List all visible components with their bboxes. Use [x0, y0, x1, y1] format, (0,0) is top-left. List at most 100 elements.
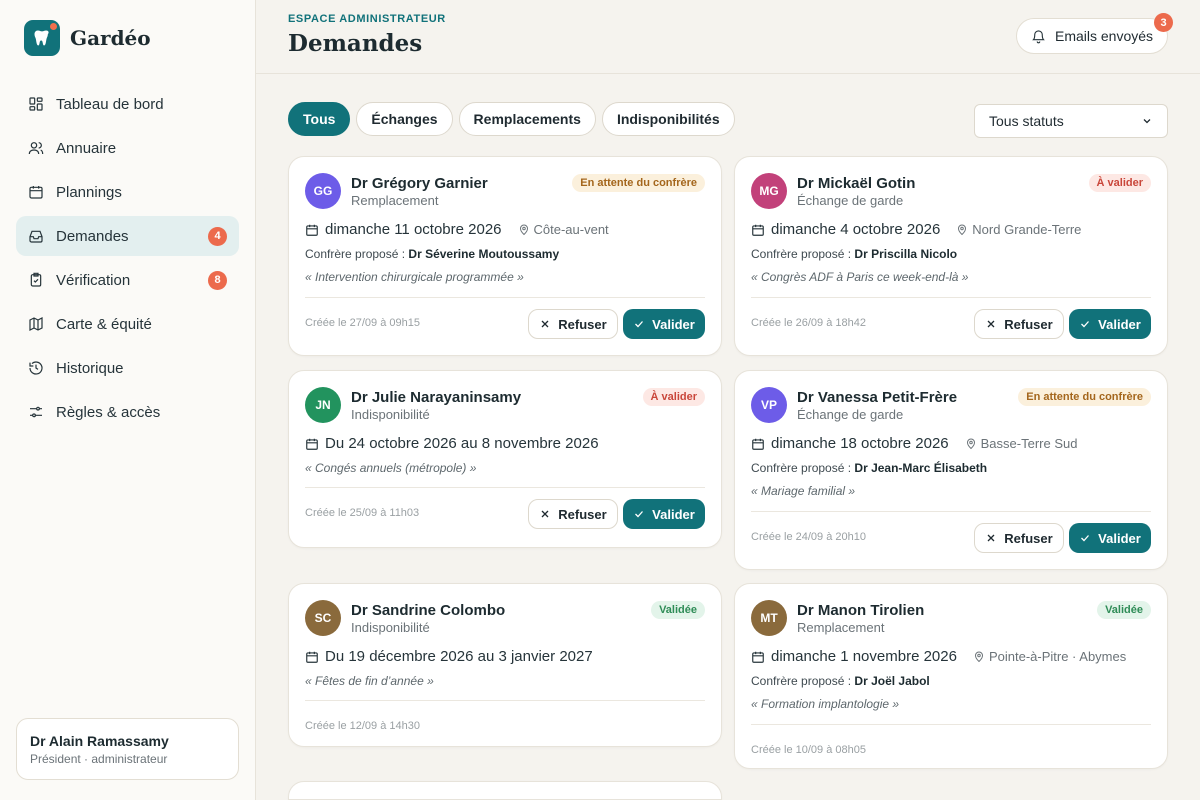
location-pin-icon: [958, 224, 967, 235]
request-date: Du 19 décembre 2026 au 3 janvier 2027: [325, 648, 593, 665]
avatar-initials: SC: [314, 611, 332, 625]
user-profile-card[interactable]: Dr Alain Ramassamy Président · administr…: [16, 718, 239, 780]
request-type: Indisponibilité: [351, 620, 430, 635]
request-note: « Fêtes de fin d’année »: [305, 674, 434, 688]
request-date: dimanche 1 novembre 2026: [771, 648, 957, 665]
filter-tab-echanges[interactable]: Échanges: [356, 102, 453, 136]
history-icon: [29, 361, 43, 375]
clipboard-check-icon: [30, 272, 42, 287]
refuse-button[interactable]: Refuser: [528, 309, 618, 339]
sidebar-item-regles[interactable]: Règles & accès: [16, 392, 239, 432]
sidebar-nav: Tableau de bord Annuaire Plannings Deman…: [16, 84, 239, 436]
status-badge: En attente du confrère: [572, 174, 705, 192]
refuse-label: Refuser: [558, 506, 607, 522]
proposed-name: Dr Priscilla Nicolo: [854, 247, 958, 261]
refuse-label: Refuser: [1004, 530, 1053, 546]
sidebar-item-verification[interactable]: Vérification 8: [16, 260, 239, 300]
calendar-icon: [29, 186, 43, 199]
validate-label: Valider: [652, 506, 695, 522]
tooth-logo-icon: [24, 20, 60, 56]
proposed-label: Confrère proposé :: [305, 247, 406, 261]
status-badge: À valider: [642, 388, 705, 406]
proposed-colleague: Confrère proposé : Dr Priscilla Nicolo: [751, 247, 957, 261]
divider: [751, 297, 1151, 298]
location: Côte-au-vent: [518, 222, 609, 237]
avatar: SC: [305, 600, 341, 636]
close-icon: [541, 510, 549, 518]
request-card: MT Dr Manon Tirolien Remplacement Validée di…: [734, 583, 1168, 769]
sidebar-item-label: Demandes: [56, 227, 129, 245]
request-note: « Mariage familial »: [751, 484, 856, 498]
refuse-button[interactable]: Refuser: [528, 499, 618, 529]
sidebar-item-carte[interactable]: Carte & équité: [16, 304, 239, 344]
status-badge: Validée: [1097, 601, 1151, 619]
request-card: MG Dr Mickaël Gotin Échange de garde À vali…: [734, 156, 1168, 356]
proposed-label: Confrère proposé :: [751, 247, 852, 261]
status-badge: En attente du confrère: [1018, 388, 1151, 406]
location-label: Basse-Terre Sud: [980, 436, 1078, 451]
location-pin-icon: [974, 651, 983, 662]
avatar: JN: [305, 387, 341, 423]
emails-sent-button[interactable]: Emails envoyés 3: [1016, 13, 1173, 54]
request-type: Échange de garde: [797, 193, 904, 208]
request-type: Remplacement: [797, 620, 885, 635]
doctor-name: Dr Vanessa Petit-Frère: [797, 389, 958, 406]
calendar-icon: [306, 651, 318, 663]
avatar-initials: GG: [313, 184, 333, 198]
sidebar-item-annuaire[interactable]: Annuaire: [16, 128, 239, 168]
validate-button[interactable]: Valider: [1069, 309, 1151, 339]
status-badge: Validée: [651, 601, 705, 619]
request-date-row: dimanche 18 octobre 2026 Basse-Terre Sud: [751, 435, 1077, 452]
calendar-icon: [752, 438, 764, 450]
request-note: « Formation implantologie »: [751, 697, 900, 711]
avatar: MG: [751, 173, 787, 209]
page-eyebrow: ESPACE ADMINISTRATEUR: [288, 13, 446, 25]
map-icon: [29, 317, 43, 331]
count-badge: 8: [208, 270, 227, 290]
refuse-label: Refuser: [558, 316, 607, 332]
settings-sliders-icon: [30, 406, 42, 418]
proposed-colleague: Confrère proposé : Dr Jean-Marc Élisabet…: [751, 461, 987, 475]
users-icon: [28, 142, 44, 155]
filter-tab-tous[interactable]: Tous: [288, 102, 351, 136]
request-date: dimanche 11 octobre 2026: [325, 221, 502, 238]
calendar-icon: [752, 651, 764, 663]
location: Pointe-à-Pitre · Abymes: [973, 649, 1126, 664]
sidebar-item-demandes[interactable]: Demandes 4: [16, 216, 239, 256]
validate-button[interactable]: Valider: [623, 309, 705, 339]
divider: [751, 511, 1151, 512]
avatar: MT: [751, 600, 787, 636]
request-card: VP Dr Vanessa Petit-Frère Échange de garde…: [734, 370, 1168, 570]
sidebar-item-plannings[interactable]: Plannings: [16, 172, 239, 212]
created-at: Créée le 25/09 à 11h03: [305, 507, 420, 519]
chevron-down-icon: [1143, 119, 1151, 124]
brand[interactable]: Gardéo: [24, 20, 151, 56]
request-type: Échange de garde: [797, 407, 904, 422]
avatar-initials: MG: [759, 184, 779, 198]
brand-name: Gardéo: [70, 26, 151, 50]
validate-button[interactable]: Valider: [1069, 523, 1151, 553]
request-date: dimanche 18 octobre 2026: [771, 435, 949, 452]
dashboard-icon: [29, 97, 43, 111]
proposed-name: Dr Joël Jabol: [854, 674, 930, 688]
filter-tab-remplacements[interactable]: Remplacements: [458, 102, 596, 136]
refuse-button[interactable]: Refuser: [974, 309, 1064, 339]
filter-tab-indisponibilites[interactable]: Indisponibilités: [601, 102, 735, 136]
validate-button[interactable]: Valider: [623, 499, 705, 529]
filter-tabs: Tous Échanges Remplacements Indisponibil…: [288, 102, 735, 136]
sidebar-item-dashboard[interactable]: Tableau de bord: [16, 84, 239, 124]
divider: [305, 297, 705, 298]
sidebar: Gardéo Tableau de bord Annuaire Planning…: [0, 0, 256, 800]
sidebar-item-label: Règles & accès: [56, 403, 161, 421]
check-icon: [1081, 535, 1090, 542]
profile-name: Dr Alain Ramassamy: [30, 733, 169, 749]
avatar: VP: [751, 387, 787, 423]
sidebar-item-historique[interactable]: Historique: [16, 348, 239, 388]
refuse-button[interactable]: Refuser: [974, 523, 1064, 553]
avatar: GG: [305, 173, 341, 209]
close-icon: [541, 320, 549, 328]
calendar-icon: [752, 224, 764, 236]
close-icon: [987, 320, 995, 328]
status-filter-select[interactable]: Tous statuts: [974, 104, 1168, 138]
validate-label: Valider: [1098, 530, 1141, 546]
